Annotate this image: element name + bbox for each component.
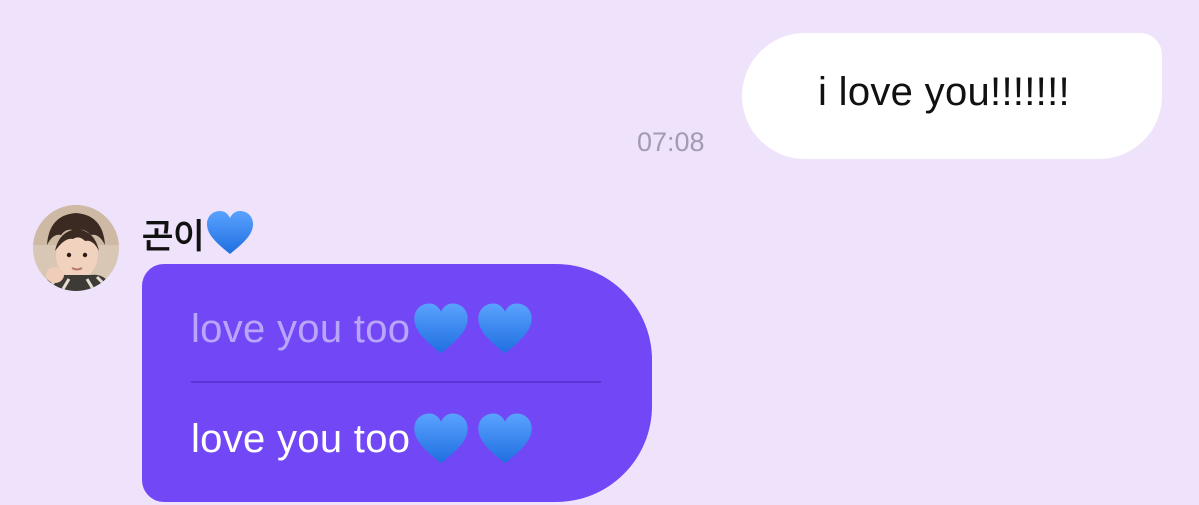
quoted-message-hearts <box>412 302 534 356</box>
sender-name: 곤이 <box>142 207 255 259</box>
blue-heart-icon <box>478 413 532 464</box>
reply-divider <box>191 381 601 383</box>
blue-heart-icon <box>414 303 468 354</box>
blue-heart-icon <box>478 303 532 354</box>
blue-heart-icon <box>414 413 468 464</box>
reply-message-text: love you too <box>191 416 411 461</box>
sender-name-text: 곤이 <box>142 216 205 257</box>
reply-message[interactable]: love you too <box>191 404 534 474</box>
avatar[interactable] <box>33 205 119 291</box>
quoted-message[interactable]: love you too <box>191 294 534 364</box>
blue-heart-icon <box>206 211 253 254</box>
message-timestamp: 07:08 <box>637 127 705 157</box>
sent-message-text: i love you!!!!!!! <box>818 69 1070 114</box>
sent-message-bubble[interactable]: i love you!!!!!!! <box>742 33 1162 159</box>
quoted-message-text: love you too <box>191 306 411 351</box>
reply-message-hearts <box>412 412 534 466</box>
